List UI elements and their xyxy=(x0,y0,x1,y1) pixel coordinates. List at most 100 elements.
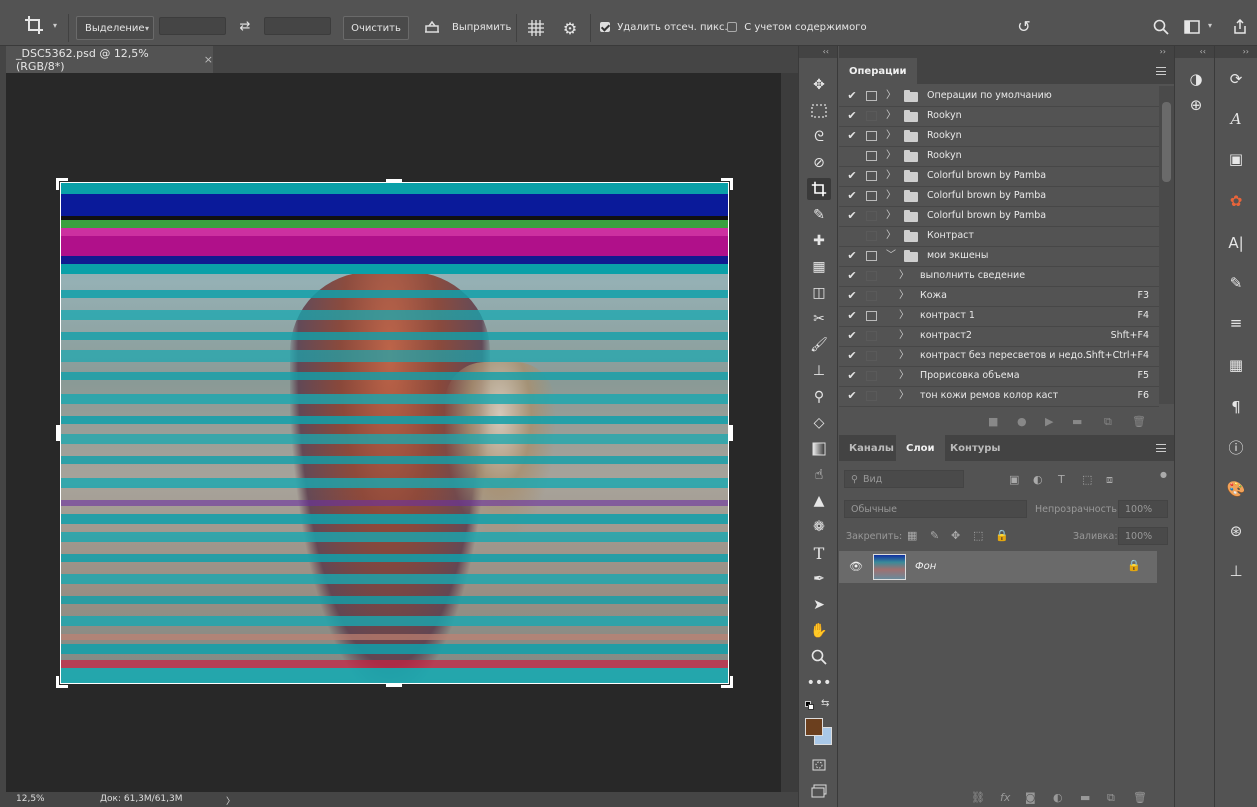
chevron-right-icon[interactable]: 〉 xyxy=(899,369,909,383)
type-tool-icon[interactable]: T xyxy=(807,542,831,564)
add-mask-icon[interactable]: ◙ xyxy=(1025,791,1036,804)
lock-all-icon[interactable]: 🔒 xyxy=(995,529,1009,542)
chevron-right-icon[interactable]: 〉 xyxy=(899,309,909,323)
content-aware-checkbox[interactable]: С учетом содержимого xyxy=(727,22,867,33)
opacity-input[interactable]: 100% xyxy=(1118,500,1168,518)
workspace-icon[interactable] xyxy=(1182,18,1202,36)
chevron-down-icon[interactable]: ▾ xyxy=(50,20,60,30)
checkmark-icon[interactable]: ✔ xyxy=(846,389,858,403)
chevron-right-icon[interactable]: 〉 xyxy=(886,169,896,183)
crop-handle-top-left[interactable] xyxy=(56,178,68,190)
chevron-right-icon[interactable]: 〉 xyxy=(899,329,909,343)
checkmark-icon[interactable]: ✔ xyxy=(846,109,858,123)
dialog-toggle-icon[interactable] xyxy=(866,331,877,341)
dialog-toggle-icon[interactable] xyxy=(866,191,877,201)
red-eye-tool-icon[interactable]: ✂ xyxy=(807,308,831,330)
dialog-toggle-icon[interactable] xyxy=(866,251,877,261)
sponge-tool-icon[interactable]: ❁ xyxy=(807,516,831,538)
checkmark-icon[interactable]: ✔ xyxy=(846,209,858,223)
action-row[interactable]: ✔ ﹀ мои экшены xyxy=(839,247,1159,267)
gradient-tool-icon[interactable] xyxy=(807,438,831,460)
canvas-scrollbar[interactable] xyxy=(781,73,798,792)
default-colors-icon[interactable] xyxy=(805,701,815,711)
straighten-label[interactable]: Выпрямить xyxy=(452,22,511,33)
eyedropper-tool-icon[interactable]: ✎ xyxy=(807,204,831,226)
document-tab[interactable]: _DSC5362.psd @ 12,5% (RGB/8*) × xyxy=(6,46,213,73)
chevron-right-icon[interactable]: 〉 xyxy=(899,349,909,363)
sharpen-tool-icon[interactable]: ▲ xyxy=(807,490,831,512)
collapse-strip[interactable]: ‹‹ xyxy=(1175,46,1214,58)
action-row[interactable]: ✔ 〉 контраст2 Shft+F4 xyxy=(839,327,1159,347)
link-layers-icon[interactable]: ⛓ xyxy=(971,791,985,804)
tab-actions[interactable]: Операции xyxy=(839,58,917,84)
new-group-icon[interactable]: ▬ xyxy=(1080,791,1090,804)
dialog-toggle-icon[interactable] xyxy=(866,351,877,361)
clear-button[interactable]: Очистить xyxy=(343,16,409,40)
zoom-level[interactable]: 12,5% xyxy=(16,794,45,804)
action-row[interactable]: ✔ 〉 Кожа F3 xyxy=(839,287,1159,307)
new-layer-icon[interactable]: ⧉ xyxy=(1107,791,1115,805)
trash-icon[interactable]: 🗑 xyxy=(1133,791,1147,804)
panel-menu-icon[interactable] xyxy=(1156,67,1166,75)
layer-name[interactable]: Фон xyxy=(915,561,936,572)
info-icon[interactable]: ⓘ xyxy=(1225,436,1247,458)
action-row[interactable]: ✔ 〉 Прорисовка объема F5 xyxy=(839,367,1159,387)
tab-channels[interactable]: Каналы xyxy=(839,435,904,461)
close-icon[interactable]: × xyxy=(204,53,213,66)
collapse-strip[interactable]: ›› xyxy=(1215,46,1257,58)
filter-smart-object-icon[interactable]: ⧈ xyxy=(1106,473,1113,487)
checkmark-icon[interactable]: ✔ xyxy=(846,89,858,103)
filter-type-icon[interactable]: T xyxy=(1058,473,1065,486)
chevron-right-icon[interactable]: 〉 xyxy=(899,269,909,283)
trash-icon[interactable]: 🗑 xyxy=(1132,415,1146,428)
foreground-color-swatch[interactable] xyxy=(805,718,823,736)
dialog-toggle-icon[interactable] xyxy=(866,291,877,301)
height-input[interactable] xyxy=(264,17,331,35)
straighten-icon[interactable] xyxy=(422,18,442,36)
chevron-right-icon[interactable]: 〉 xyxy=(886,89,896,103)
chevron-down-icon[interactable]: ▾ xyxy=(1205,20,1215,30)
paragraph-icon[interactable]: ¶ xyxy=(1225,396,1247,418)
crop-handle-left[interactable] xyxy=(56,425,60,441)
grid-overlay-icon[interactable] xyxy=(526,18,546,38)
checkmark-empty-icon[interactable] xyxy=(846,229,858,243)
image-icon[interactable]: ▣ xyxy=(1225,148,1247,170)
layer-filter-dropdown[interactable]: ⚲ Вид xyxy=(844,470,964,488)
record-icon[interactable]: ● xyxy=(1017,415,1027,428)
crop-handle-top-right[interactable] xyxy=(721,178,733,190)
paragraph-styles-icon[interactable]: A| xyxy=(1225,232,1247,254)
dialog-toggle-icon[interactable] xyxy=(866,391,877,401)
checkmark-icon[interactable]: ✔ xyxy=(846,369,858,383)
layer-row[interactable]: 👁 Фон 🔒 xyxy=(839,551,1157,583)
checkmark-icon[interactable]: ✔ xyxy=(846,329,858,343)
character-icon[interactable]: A xyxy=(1225,108,1247,130)
smudge-tool-icon[interactable]: ☝ xyxy=(807,464,831,486)
swap-colors-icon[interactable]: ⇆ xyxy=(821,698,829,709)
search-icon[interactable] xyxy=(1151,17,1171,37)
checkmark-icon[interactable]: ✔ xyxy=(846,269,858,283)
chevron-down-icon[interactable]: ﹀ xyxy=(886,249,896,263)
dialog-toggle-icon[interactable] xyxy=(866,151,877,161)
swatches-grid-icon[interactable]: ▦ xyxy=(1225,354,1247,376)
action-row[interactable]: ✔ 〉 контраст без пересветов и недо... Shft+… xyxy=(839,347,1159,367)
checkmark-icon[interactable]: ✔ xyxy=(846,189,858,203)
crop-handle-bottom[interactable] xyxy=(386,683,402,687)
eye-icon[interactable]: 👁 xyxy=(849,560,863,573)
quick-selection-tool-icon[interactable]: ⊘ xyxy=(807,152,831,174)
filter-adjustment-icon[interactable]: ◐ xyxy=(1033,473,1043,486)
action-row[interactable]: ✔ 〉 Rookyn xyxy=(839,107,1159,127)
adjustment-layer-icon[interactable]: ◐ xyxy=(1053,791,1063,804)
history-brush-tool-icon[interactable]: ⚲ xyxy=(807,386,831,408)
action-row[interactable]: ✔ 〉 тон кожи ремов колор каст F6 xyxy=(839,387,1159,407)
gear-icon[interactable]: ⚙ xyxy=(560,18,580,38)
adjustments-icon[interactable]: ◑ xyxy=(1185,68,1207,90)
fill-input[interactable]: 100% xyxy=(1118,527,1168,545)
checkmark-icon[interactable]: ✔ xyxy=(846,129,858,143)
stop-icon[interactable]: ■ xyxy=(988,415,998,428)
dialog-toggle-icon[interactable] xyxy=(866,211,877,221)
patch-tool-icon[interactable]: ▦ xyxy=(807,256,831,278)
checkmark-empty-icon[interactable] xyxy=(846,149,858,163)
crop-frame[interactable] xyxy=(60,182,729,684)
more-tools-icon[interactable]: ••• xyxy=(807,672,832,694)
marquee-tool-icon[interactable] xyxy=(807,100,831,122)
